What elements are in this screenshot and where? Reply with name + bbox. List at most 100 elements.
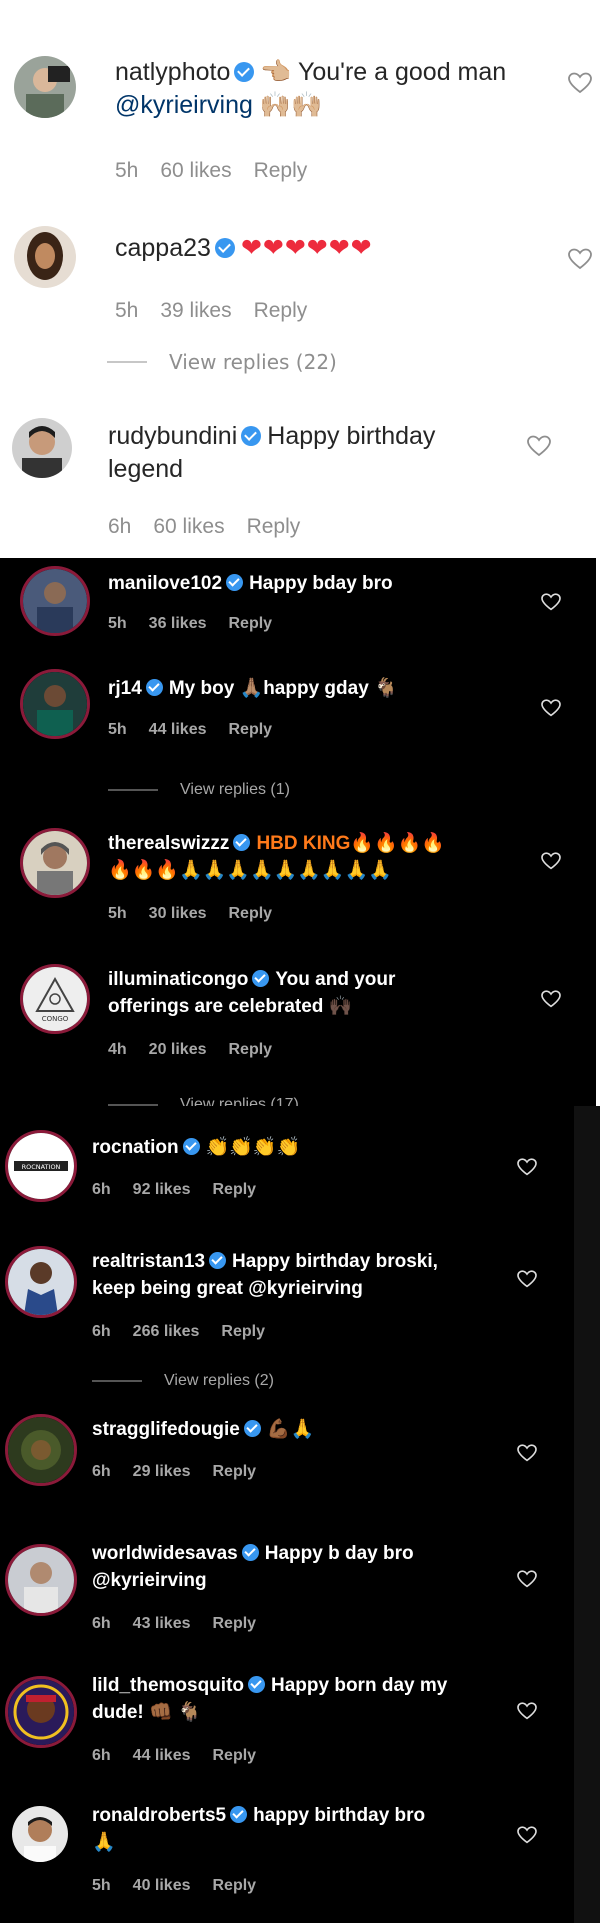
reply-button[interactable]: Reply (213, 1615, 257, 1632)
comment-meta: 6h 266 likes Reply (92, 1318, 287, 1345)
timestamp[interactable]: 6h (92, 1615, 111, 1632)
comment-body: 💪🏾🙏 (266, 1419, 315, 1440)
avatar[interactable] (5, 1544, 77, 1616)
timestamp[interactable]: 5h (115, 159, 138, 182)
mention-link[interactable]: @kyrieirving (115, 91, 253, 119)
heart-outline-icon[interactable] (541, 593, 561, 611)
likes-count[interactable]: 60 likes (153, 515, 224, 538)
timestamp[interactable]: 6h (92, 1747, 111, 1764)
heart-outline-icon[interactable] (517, 1826, 537, 1844)
reply-button[interactable]: Reply (213, 1747, 257, 1764)
avatar[interactable] (14, 226, 76, 288)
comment-lild_themosquito: lild_themosquito Happy born day my dude! 👊… (0, 1656, 574, 1786)
username[interactable]: cappa23 (115, 234, 211, 262)
avatar[interactable] (5, 1246, 77, 1318)
heart-outline-icon[interactable] (527, 435, 551, 457)
likes-count[interactable]: 20 likes (149, 1041, 207, 1058)
reply-button[interactable]: Reply (221, 1323, 265, 1340)
heart-outline-icon[interactable] (541, 699, 561, 717)
timestamp[interactable]: 6h (92, 1463, 111, 1480)
likes-count[interactable]: 44 likes (133, 1747, 191, 1764)
comment-text: illuminaticongo You and your offerings are… (108, 966, 528, 1020)
likes-count[interactable]: 43 likes (133, 1615, 191, 1632)
comment-emoji: 🙌🏼🙌🏼 (252, 91, 323, 119)
reply-button[interactable]: Reply (254, 159, 308, 182)
heart-outline-icon[interactable] (517, 1570, 537, 1588)
comment-meta: 5h 36 likes Reply (108, 610, 294, 637)
avatar[interactable] (5, 1676, 77, 1748)
username[interactable]: manilove102 (108, 573, 222, 594)
divider (107, 361, 147, 363)
reply-button[interactable]: Reply (213, 1181, 257, 1198)
username[interactable]: therealswizzz (108, 833, 229, 854)
avatar[interactable] (20, 669, 90, 739)
username[interactable]: worldwidesavas (92, 1543, 238, 1564)
timestamp[interactable]: 6h (92, 1323, 111, 1340)
timestamp[interactable]: 6h (108, 515, 131, 538)
username[interactable]: rj14 (108, 678, 142, 699)
reply-button[interactable]: Reply (229, 905, 273, 922)
reply-button[interactable]: Reply (213, 1877, 257, 1894)
timestamp[interactable]: 6h (92, 1181, 111, 1198)
heart-outline-icon[interactable] (517, 1158, 537, 1176)
comment-text: cappa23 ❤❤❤❤❤❤ (115, 232, 515, 265)
likes-count[interactable]: 44 likes (149, 721, 207, 738)
reply-button[interactable]: Reply (247, 515, 301, 538)
timestamp[interactable]: 5h (108, 905, 127, 922)
username[interactable]: stragglifedougie (92, 1419, 240, 1440)
dark-comments-section-bottom: ROCNATION rocnation 👏👏👏👏 6h 92 likes Reply … (0, 1106, 574, 1923)
likes-count[interactable]: 40 likes (133, 1877, 191, 1894)
avatar[interactable] (5, 1414, 77, 1486)
username[interactable]: lild_themosquito (92, 1675, 244, 1696)
timestamp[interactable]: 5h (115, 299, 138, 322)
likes-count[interactable]: 266 likes (133, 1323, 200, 1340)
comment-body: happy birthday bro (253, 1805, 426, 1826)
view-replies-button[interactable]: View replies (22) (107, 350, 337, 374)
reply-button[interactable]: Reply (213, 1463, 257, 1480)
likes-count[interactable]: 29 likes (133, 1463, 191, 1480)
reply-button[interactable]: Reply (229, 1041, 273, 1058)
timestamp[interactable]: 5h (92, 1877, 111, 1894)
view-replies-button[interactable]: View replies (2) (92, 1372, 274, 1390)
username[interactable]: rocnation (92, 1137, 179, 1158)
avatar[interactable]: ROCNATION (5, 1130, 77, 1202)
verified-badge-icon (214, 238, 235, 258)
username[interactable]: natlyphoto (115, 58, 230, 86)
heart-outline-icon[interactable] (541, 852, 561, 870)
avatar[interactable] (12, 1806, 68, 1862)
timestamp[interactable]: 4h (108, 1041, 127, 1058)
comment-body-line2: dude! 👊🏾 🐐 (92, 1702, 202, 1723)
reply-button[interactable]: Reply (229, 615, 273, 632)
username[interactable]: illuminaticongo (108, 969, 248, 990)
view-replies-button[interactable]: View replies (1) (108, 781, 290, 799)
avatar[interactable]: CONGO (20, 964, 90, 1034)
avatar[interactable] (14, 56, 76, 118)
heart-outline-icon[interactable] (568, 72, 592, 94)
username[interactable]: rudybundini (108, 422, 237, 450)
username[interactable]: realtristan13 (92, 1251, 205, 1272)
reply-button[interactable]: Reply (254, 299, 308, 322)
reply-button[interactable]: Reply (229, 721, 273, 738)
avatar[interactable] (20, 828, 90, 898)
heart-outline-icon[interactable] (541, 990, 561, 1008)
scrollbar[interactable] (574, 1106, 600, 1923)
avatar[interactable] (12, 418, 72, 478)
comment-worldwidesavas: worldwidesavas Happy b day bro @kyrieirvin… (0, 1524, 574, 1654)
timestamp[interactable]: 5h (108, 721, 127, 738)
likes-count[interactable]: 60 likes (160, 159, 231, 182)
comment-meta: 6h 60 likes Reply (108, 510, 322, 540)
heart-outline-icon[interactable] (517, 1444, 537, 1462)
heart-outline-icon[interactable] (517, 1270, 537, 1288)
avatar[interactable] (20, 566, 90, 636)
heart-outline-icon[interactable] (568, 248, 592, 270)
likes-count[interactable]: 39 likes (160, 299, 231, 322)
likes-count[interactable]: 36 likes (149, 615, 207, 632)
view-replies-label: View replies (22) (169, 350, 337, 374)
username[interactable]: ronaldroberts5 (92, 1805, 226, 1826)
likes-count[interactable]: 30 likes (149, 905, 207, 922)
view-replies-button[interactable]: View replies (17) (108, 1096, 299, 1106)
timestamp[interactable]: 5h (108, 615, 127, 632)
heart-outline-icon[interactable] (517, 1702, 537, 1720)
comment-therealswizzz: therealswizzz HBD KING🔥🔥🔥🔥 🔥🔥🔥🙏🙏🙏🙏🙏🙏🙏🙏🙏 5h… (0, 820, 596, 950)
likes-count[interactable]: 92 likes (133, 1181, 191, 1198)
